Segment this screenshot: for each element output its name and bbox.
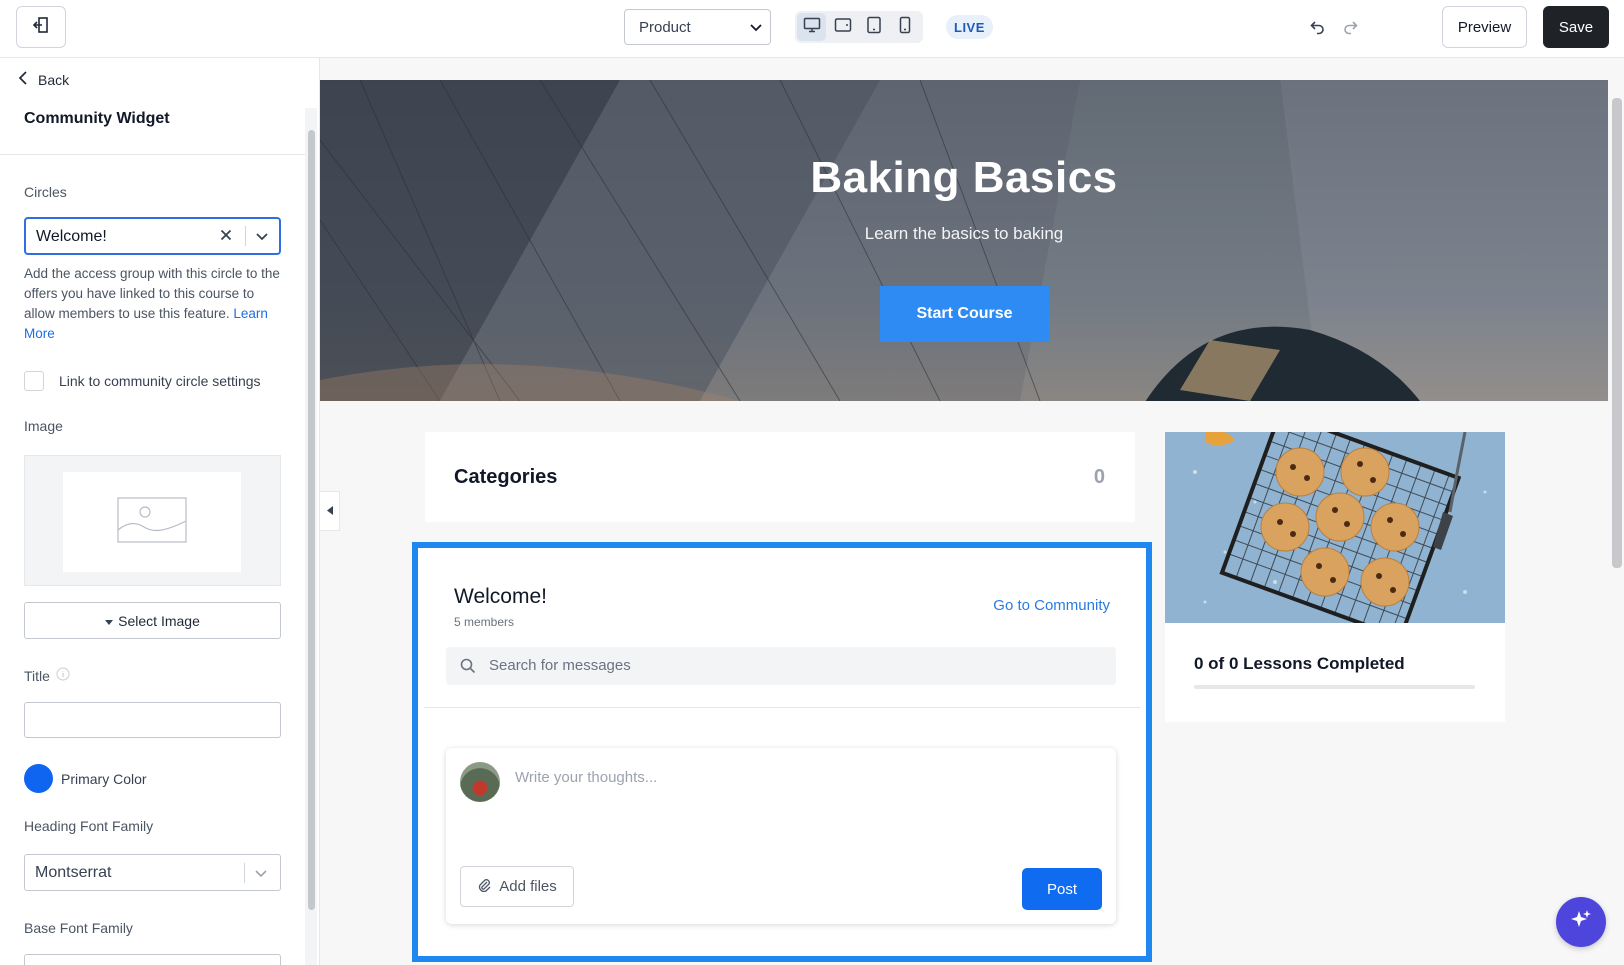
community-circle-name: Welcome! [454,585,547,608]
chevron-down-icon[interactable] [254,228,270,249]
page-canvas: Baking Basics Learn the basics to baking… [320,58,1624,965]
link-community-settings-row[interactable]: Link to community circle settings [24,371,261,391]
circles-help-text: Add the access group with this circle to… [24,264,284,344]
ai-assistant-button[interactable] [1556,897,1606,947]
heading-font-label: Heading Font Family [24,818,154,834]
caret-left-icon [326,502,333,520]
tablet-portrait-icon [866,16,882,39]
page-type-value: Product [639,18,691,36]
heading-font-value: Montserrat [35,864,112,881]
course-subtitle: Learn the basics to baking [864,224,1064,243]
select-image-label: Select Image [118,612,200,629]
divider [245,226,246,246]
primary-color-swatch[interactable] [24,764,53,793]
sparkle-icon [1569,908,1593,937]
course-thumbnail [1165,432,1505,623]
heading-font-select[interactable]: Montserrat [24,854,281,891]
primary-color-row[interactable]: Primary Color [24,764,147,793]
title-label: Title [24,667,50,684]
image-placeholder-icon [117,496,187,548]
settings-sidebar: Back Community Widget Circles Welcome! A… [0,58,320,965]
redo-button[interactable] [1339,18,1361,40]
chevron-down-icon [748,19,764,39]
image-preview [24,455,281,586]
title-label-row: Title [24,667,70,684]
desktop-view-button[interactable] [797,13,826,41]
link-community-label: Link to community circle settings [59,373,261,389]
tablet-portrait-view-button[interactable] [859,13,888,41]
redo-icon [1341,18,1359,41]
link-community-checkbox[interactable] [24,371,44,391]
collapse-sidebar-button[interactable] [320,491,340,531]
circles-label: Circles [24,184,67,200]
top-toolbar: Product LIVE Preview Save [0,0,1624,58]
device-switcher [795,11,923,43]
categories-card[interactable]: Categories 0 [425,432,1135,522]
sidebar-scrollbar[interactable] [308,130,315,910]
image-label: Image [24,418,63,434]
info-icon[interactable] [56,667,70,684]
mobile-icon [899,16,911,39]
exit-icon [32,16,50,39]
tablet-landscape-view-button[interactable] [828,13,857,41]
lessons-progress-bar [1194,685,1475,689]
undo-icon [1309,18,1327,41]
live-status-badge: LIVE [946,15,993,39]
back-link[interactable]: Back [18,70,69,89]
search-placeholder: Search for messages [489,657,631,674]
go-to-community-link[interactable]: Go to Community [993,597,1110,614]
add-files-label: Add files [499,878,557,895]
exit-editor-button[interactable] [16,6,66,48]
post-text-input[interactable]: Write your thoughts... [515,769,657,786]
select-image-button[interactable]: Select Image [24,602,281,639]
circles-select[interactable]: Welcome! [24,217,281,255]
post-button[interactable]: Post [1022,868,1102,910]
divider [424,707,1140,708]
community-widget[interactable]: Welcome! 5 members Go to Community Searc… [412,542,1152,962]
paperclip-icon [477,878,491,896]
clear-icon[interactable] [218,227,234,248]
post-composer: Write your thoughts... Add files Post [446,748,1116,924]
start-course-button[interactable]: Start Course [880,286,1049,342]
avatar [460,762,500,802]
primary-color-label: Primary Color [61,770,147,787]
cookies-image [1165,432,1505,623]
hero-banner: Baking Basics Learn the basics to baking… [320,80,1608,401]
circles-value: Welcome! [36,228,107,245]
tablet-landscape-icon [834,17,852,38]
canvas-top-spacer [320,58,1608,80]
chevron-left-icon [18,70,28,89]
canvas-scrollbar[interactable] [1612,98,1622,568]
mobile-view-button[interactable] [890,13,919,41]
course-progress-card: 0 of 0 Lessons Completed [1165,432,1505,722]
community-member-count: 5 members [454,615,515,629]
add-files-button[interactable]: Add files [460,866,574,907]
preview-button[interactable]: Preview [1442,6,1527,48]
base-font-select[interactable] [24,954,281,965]
divider [0,154,306,155]
image-placeholder [63,472,241,572]
course-title: Baking Basics [810,153,1118,202]
save-button[interactable]: Save [1543,6,1609,48]
back-label: Back [38,71,70,88]
search-icon [460,658,476,679]
undo-button[interactable] [1307,18,1329,40]
desktop-icon [803,17,821,38]
page-type-select[interactable]: Product [624,9,771,45]
base-font-label: Base Font Family [24,920,133,936]
widget-title: Community Widget [24,110,170,127]
chevron-down-icon [253,865,269,886]
message-search-input[interactable]: Search for messages [446,647,1116,685]
categories-count: 0 [1093,466,1105,488]
lessons-completed-text: 0 of 0 Lessons Completed [1194,654,1405,673]
categories-title: Categories [454,466,558,488]
caret-down-icon [105,613,114,629]
divider [244,863,245,883]
title-input[interactable] [24,702,281,738]
